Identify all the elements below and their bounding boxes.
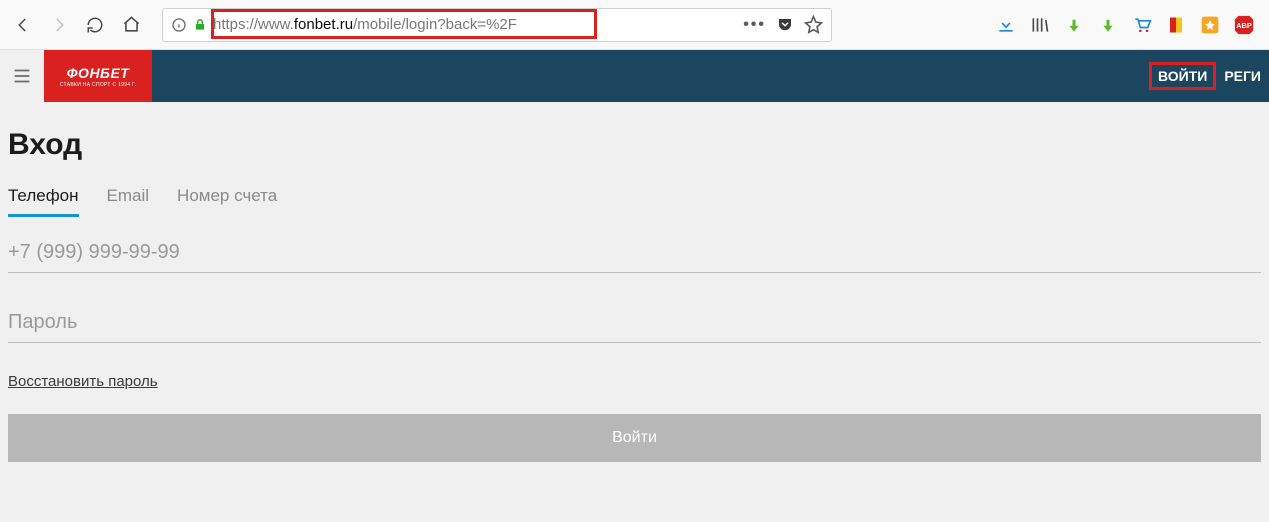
back-button[interactable] xyxy=(8,10,38,40)
library-icon[interactable] xyxy=(1029,14,1051,36)
abp-icon[interactable]: ABP xyxy=(1233,14,1255,36)
address-bar[interactable]: https://www.fonbet.ru/mobile/login?back=… xyxy=(162,8,832,42)
download-icon[interactable] xyxy=(995,14,1017,36)
login-page: Вход Телефон Email Номер счета Восстанов… xyxy=(0,102,1269,522)
orange-badge-icon[interactable] xyxy=(1199,14,1221,36)
url-text: https://www.fonbet.ru/mobile/login?back=… xyxy=(213,16,517,33)
star-icon[interactable] xyxy=(804,15,823,34)
lock-icon[interactable] xyxy=(193,18,207,32)
tab-account[interactable]: Номер счета xyxy=(177,186,277,217)
download-green2-icon[interactable] xyxy=(1097,14,1119,36)
submit-button[interactable]: Войти xyxy=(8,414,1261,462)
header-login-link[interactable]: ВОЙТИ xyxy=(1149,62,1216,90)
page-title: Вход xyxy=(8,128,1261,162)
site-header: ФОНБЕТ СТАВКИ НА СПОРТ С 1994 Г. ВОЙТИ Р… xyxy=(0,50,1269,102)
pocket-icon[interactable] xyxy=(776,16,794,34)
header-register-link[interactable]: РЕГИ xyxy=(1216,62,1269,90)
forward-button[interactable] xyxy=(44,10,74,40)
bookmark-flag-icon[interactable] xyxy=(1165,14,1187,36)
logo-subtitle: СТАВКИ НА СПОРТ С 1994 Г. xyxy=(60,82,136,88)
more-icon[interactable]: ••• xyxy=(743,16,766,34)
browser-toolbar: https://www.fonbet.ru/mobile/login?back=… xyxy=(0,0,1269,50)
logo-text: ФОНБЕТ xyxy=(67,65,130,81)
password-input[interactable] xyxy=(8,303,1261,343)
login-tabs: Телефон Email Номер счета xyxy=(8,186,1261,217)
extension-icons: ABP xyxy=(995,14,1261,36)
reload-button[interactable] xyxy=(80,10,110,40)
recover-password-link[interactable]: Восстановить пароль xyxy=(8,373,158,390)
home-button[interactable] xyxy=(116,10,146,40)
download-green-icon[interactable] xyxy=(1063,14,1085,36)
logo[interactable]: ФОНБЕТ СТАВКИ НА СПОРТ С 1994 Г. xyxy=(44,50,152,102)
tab-email[interactable]: Email xyxy=(107,186,150,217)
phone-input[interactable] xyxy=(8,233,1261,273)
info-icon[interactable] xyxy=(171,17,187,33)
cart-icon[interactable] xyxy=(1131,14,1153,36)
menu-button[interactable] xyxy=(0,50,44,102)
svg-text:ABP: ABP xyxy=(1236,20,1252,29)
tab-phone[interactable]: Телефон xyxy=(8,186,79,217)
